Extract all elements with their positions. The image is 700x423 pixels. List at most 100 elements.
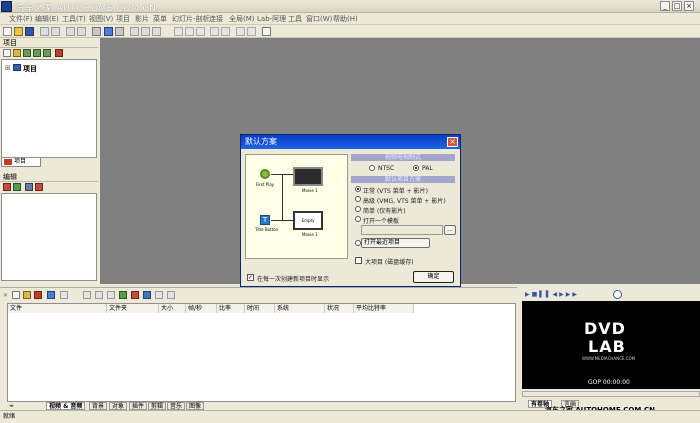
- grid-icon[interactable]: [236, 27, 245, 36]
- col-bitrate[interactable]: 平均比特率: [354, 304, 414, 313]
- open-icon[interactable]: [14, 27, 23, 36]
- menu-icon[interactable]: [33, 49, 41, 57]
- tab-project[interactable]: 项目: [1, 158, 41, 167]
- menu-file[interactable]: 文件(F): [9, 14, 33, 24]
- browse-button[interactable]: ...: [444, 225, 456, 235]
- delete-icon[interactable]: [55, 49, 63, 57]
- new-item-icon[interactable]: [3, 49, 11, 57]
- template-radio[interactable]: [355, 216, 361, 222]
- select-icon[interactable]: [104, 27, 113, 36]
- tab-background[interactable]: 背景: [89, 402, 108, 410]
- fwd-icon[interactable]: ▶▶: [566, 291, 579, 298]
- play-icon[interactable]: ▶: [525, 291, 532, 298]
- asset-color-icon[interactable]: [131, 291, 139, 299]
- movie-icon[interactable]: [23, 49, 31, 57]
- asset-filter-icon[interactable]: [167, 291, 175, 299]
- pause-icon[interactable]: ▌▌: [539, 291, 552, 298]
- asset-trim-icon[interactable]: [95, 291, 103, 299]
- asset-image-icon[interactable]: [143, 291, 151, 299]
- menu-tools-2[interactable]: 工具: [288, 14, 302, 24]
- player-settings-icon[interactable]: [613, 290, 622, 299]
- props-icon[interactable]: [3, 183, 11, 191]
- col-status[interactable]: 状况: [325, 304, 354, 313]
- menu-lab[interactable]: Lab-阿理: [257, 14, 286, 24]
- advanced-radio[interactable]: [355, 196, 361, 202]
- preview-icon[interactable]: [247, 27, 256, 36]
- menu-view[interactable]: 视图(V): [89, 14, 113, 24]
- cursor-icon[interactable]: [25, 183, 33, 191]
- startup-checkbox[interactable]: ✓: [247, 274, 254, 281]
- copy-icon[interactable]: [51, 27, 60, 36]
- align-left-icon[interactable]: [174, 27, 183, 36]
- zoom-in-icon[interactable]: [210, 27, 219, 36]
- pal-radio[interactable]: [413, 165, 419, 171]
- asset-delete-icon[interactable]: [34, 291, 42, 299]
- asset-new-icon[interactable]: [12, 291, 20, 299]
- redo-icon[interactable]: [77, 27, 86, 36]
- ntsc-radio[interactable]: [369, 165, 375, 171]
- recent-button[interactable]: 打开最近项目: [361, 238, 430, 248]
- minimize-button[interactable]: _: [660, 1, 670, 11]
- menu-global[interactable]: 全局(M): [229, 14, 255, 24]
- cut-icon[interactable]: [40, 27, 49, 36]
- tab-music[interactable]: 音乐: [167, 402, 186, 410]
- undo-icon[interactable]: [66, 27, 75, 36]
- simple-radio[interactable]: [355, 206, 361, 212]
- large-project-checkbox[interactable]: [355, 257, 362, 264]
- tab-scroll-icon[interactable]: ◂▸: [9, 403, 14, 409]
- col-ratio[interactable]: 比率: [217, 304, 245, 313]
- save-icon[interactable]: [25, 27, 34, 36]
- col-time[interactable]: 时间: [245, 304, 275, 313]
- menu-menu[interactable]: 菜单: [153, 14, 167, 24]
- tab-plugins[interactable]: 插件: [129, 402, 148, 410]
- align-center-icon[interactable]: [185, 27, 194, 36]
- tree-expand-icon[interactable]: ⊞: [5, 64, 11, 72]
- zoom-icon[interactable]: [152, 27, 161, 36]
- col-folder[interactable]: 文件夹: [107, 304, 159, 313]
- menu-edit[interactable]: 编辑(E): [35, 14, 59, 24]
- asset-chapter-icon[interactable]: [107, 291, 115, 299]
- slideshow-icon[interactable]: [43, 49, 51, 57]
- col-system[interactable]: 系统: [275, 304, 325, 313]
- dialog-close-button[interactable]: ×: [447, 137, 458, 147]
- tab-video-audio[interactable]: 视频 & 音频: [46, 402, 86, 410]
- tree-root-label[interactable]: 项目: [23, 64, 37, 74]
- zoom-out-icon[interactable]: [221, 27, 230, 36]
- pointer-icon[interactable]: [92, 27, 101, 36]
- help-icon[interactable]: [262, 27, 271, 36]
- col-fps[interactable]: 帧/秒: [186, 304, 217, 313]
- close-button[interactable]: ×: [684, 1, 694, 11]
- align-right-icon[interactable]: [196, 27, 205, 36]
- seek-slider[interactable]: [522, 391, 700, 397]
- menu-movie[interactable]: 影片: [135, 14, 149, 24]
- asset-print-icon[interactable]: [83, 291, 91, 299]
- new-icon[interactable]: [3, 27, 12, 36]
- events-icon[interactable]: [13, 183, 21, 191]
- asset-extra-icon[interactable]: [155, 291, 163, 299]
- asset-view-icon[interactable]: [47, 291, 55, 299]
- menu-tools[interactable]: 工具(T): [62, 14, 86, 24]
- maximize-button[interactable]: □: [672, 1, 682, 11]
- col-size[interactable]: 大小: [159, 304, 186, 313]
- menu-project[interactable]: 项目: [116, 14, 130, 24]
- tab-objects[interactable]: 对象: [109, 402, 128, 410]
- tab-clips[interactable]: 剪辑: [148, 402, 167, 410]
- arrow-icon[interactable]: [130, 27, 139, 36]
- col-file[interactable]: 文件: [8, 304, 107, 313]
- menu-window[interactable]: 窗口(W): [306, 14, 332, 24]
- normal-radio[interactable]: [355, 186, 361, 192]
- hand-icon[interactable]: [115, 27, 124, 36]
- asset-sort-icon[interactable]: [60, 291, 68, 299]
- asset-audio-icon[interactable]: [119, 291, 127, 299]
- ok-button[interactable]: 确定: [413, 271, 454, 283]
- menu-slideshow[interactable]: 幻灯片-剖析: [172, 14, 210, 24]
- remove-icon[interactable]: [35, 183, 43, 191]
- tab-images[interactable]: 图像: [186, 402, 205, 410]
- asset-open-icon[interactable]: [23, 291, 31, 299]
- menu-connect[interactable]: 连接: [209, 14, 223, 24]
- menu-help[interactable]: 帮助(H): [333, 14, 358, 24]
- folder-icon[interactable]: [13, 49, 21, 57]
- template-path-input[interactable]: [361, 225, 443, 235]
- next-icon[interactable]: ▶: [559, 291, 566, 298]
- link-icon[interactable]: [141, 27, 150, 36]
